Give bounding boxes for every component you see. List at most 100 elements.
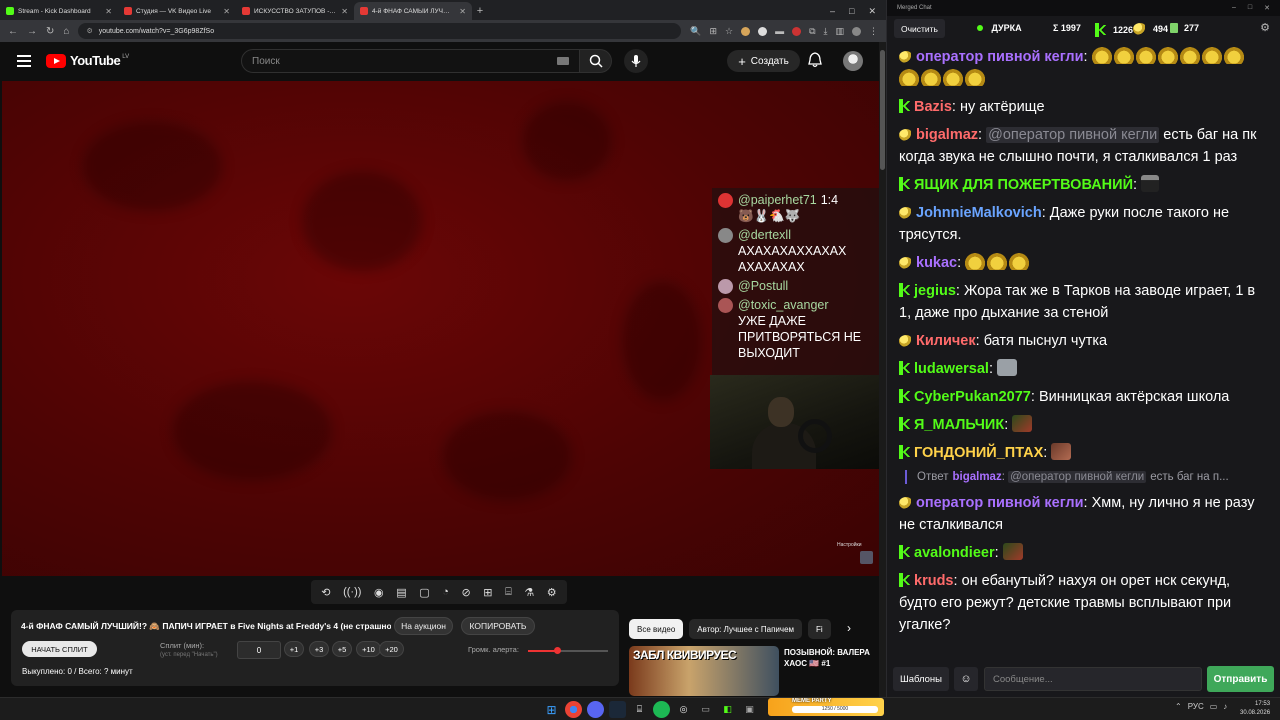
- maximize-icon[interactable]: □: [1248, 4, 1252, 12]
- reply-preview[interactable]: Ответ bigalmaz: @оператор пивной кегли ест…: [905, 470, 1260, 484]
- clock[interactable]: 17:53 30.08.2026: [1240, 700, 1270, 718]
- start-split-button[interactable]: НАЧАТЬ СПЛИТ: [22, 641, 97, 657]
- menu-icon[interactable]: ⋮: [869, 26, 878, 37]
- avatar[interactable]: [843, 51, 863, 71]
- mention[interactable]: @оператор пивной кегли: [986, 127, 1160, 143]
- translate-icon[interactable]: ⊞: [709, 26, 717, 37]
- add-icon[interactable]: ⊞: [483, 586, 492, 599]
- send-button[interactable]: Отправить: [1207, 666, 1274, 692]
- video-player[interactable]: @paiperhet71 1:4 🐻🐰🐔🐺 @dertexll АХАХАХАХХАХА…: [2, 81, 879, 576]
- chat-username[interactable]: оператор пивной кегли: [916, 495, 1084, 511]
- close-tab-icon[interactable]: ✕: [459, 7, 466, 16]
- meme-party-widget[interactable]: MEME PARTY 1250 / 5000: [768, 698, 884, 716]
- templates-button[interactable]: Шаблоны: [893, 667, 949, 691]
- discord-icon[interactable]: [587, 701, 604, 718]
- chat-username[interactable]: kruds: [914, 573, 954, 589]
- sidepanel-icon[interactable]: ▥: [835, 26, 844, 37]
- volume-icon[interactable]: ♪: [1223, 702, 1227, 711]
- message-input[interactable]: [984, 667, 1202, 691]
- speed-icon[interactable]: ◔: [442, 586, 449, 598]
- chevron-up-icon[interactable]: ⌃: [1175, 702, 1182, 711]
- extension-icon[interactable]: [792, 26, 802, 36]
- extension-icon[interactable]: ▬: [775, 26, 784, 36]
- close-icon[interactable]: ✕: [1264, 4, 1270, 12]
- extension-icon[interactable]: [741, 26, 751, 36]
- star-icon[interactable]: ☆: [725, 26, 733, 37]
- spotify-icon[interactable]: [653, 701, 670, 718]
- reload-icon[interactable]: ↻: [46, 26, 54, 37]
- extension-icon[interactable]: [758, 26, 768, 36]
- site-info-icon[interactable]: ⚙: [86, 27, 92, 35]
- browser-tab[interactable]: 4-й ФНАФ САМЫЙ ЛУЧШИЙ ✕: [354, 2, 472, 20]
- auction-button[interactable]: На аукцион: [394, 617, 453, 635]
- browser-tab[interactable]: Stream - Kick Dashboard ✕: [0, 2, 118, 20]
- copy-button[interactable]: КОПИРОВАТЬ: [461, 617, 535, 635]
- close-tab-icon[interactable]: ✕: [341, 7, 348, 16]
- search-input[interactable]: Поиск: [241, 49, 580, 73]
- chat-username[interactable]: JohnnieMalkovich: [916, 205, 1042, 221]
- settings-icon[interactable]: [860, 551, 873, 564]
- back-icon[interactable]: ←: [8, 26, 18, 37]
- close-icon[interactable]: ✕: [868, 2, 876, 20]
- chat-username[interactable]: CyberPukan2077: [914, 389, 1031, 405]
- gear-icon[interactable]: ⚙: [547, 586, 557, 599]
- close-tab-icon[interactable]: ✕: [105, 7, 112, 16]
- network-icon[interactable]: ▭: [1210, 702, 1218, 711]
- flask-icon[interactable]: ⚗: [524, 586, 534, 599]
- crop-icon[interactable]: ⊘: [461, 586, 470, 599]
- chat-username[interactable]: оператор пивной кегли: [916, 49, 1084, 65]
- notifications-button[interactable]: [808, 52, 822, 73]
- app-icon[interactable]: ▭: [697, 701, 714, 718]
- chat-username[interactable]: ludawersal: [914, 361, 989, 377]
- gear-icon[interactable]: ⚙: [1260, 21, 1270, 34]
- chat-username[interactable]: Я_МАЛЬЧИК: [914, 417, 1004, 433]
- maximize-icon[interactable]: □: [849, 2, 854, 20]
- download-icon[interactable]: ⤓: [824, 26, 828, 37]
- increment-button[interactable]: +1: [284, 641, 304, 657]
- filter-chip[interactable]: Fi: [808, 619, 831, 639]
- profile-icon[interactable]: [852, 26, 861, 36]
- language-indicator[interactable]: РУС: [1188, 702, 1204, 711]
- search-icon[interactable]: 🔍: [690, 26, 701, 37]
- chrome-icon[interactable]: [565, 701, 582, 718]
- new-tab-button[interactable]: +: [472, 2, 488, 20]
- chat-username[interactable]: ГОНДОНИЙ_ПТАХ: [914, 445, 1043, 461]
- eye-icon[interactable]: ◉: [374, 586, 384, 599]
- broadcast-icon[interactable]: ((·)): [343, 586, 361, 598]
- recommended-video-title[interactable]: ПОЗЫВНОЙ: ВАЛЕРА ХАОС 🇺🇸 #1: [784, 647, 870, 669]
- chat-username[interactable]: Bazis: [914, 99, 952, 115]
- increment-button[interactable]: +3: [309, 641, 329, 657]
- browser-tab[interactable]: Студия — VK Видео Live ✕: [118, 2, 236, 20]
- camera-icon[interactable]: ⌸: [505, 586, 512, 599]
- chat-username[interactable]: ЯЩИК ДЛЯ ПОЖЕРТВОВАНИЙ: [914, 177, 1133, 193]
- create-button[interactable]: + Создать: [727, 50, 800, 72]
- minimize-icon[interactable]: –: [830, 2, 835, 20]
- kick-app-icon[interactable]: ◧: [719, 701, 736, 718]
- filter-chip[interactable]: Автор: Лучшее с Папичем: [689, 619, 803, 639]
- recommended-video-thumbnail[interactable]: ЗАБЛ КВИВИРУЕС: [629, 646, 779, 696]
- increment-button[interactable]: +20: [379, 641, 404, 657]
- filter-chip[interactable]: Все видео: [629, 619, 684, 639]
- keyboard-icon[interactable]: [557, 57, 569, 65]
- frame-icon[interactable]: ▢: [419, 586, 429, 599]
- puzzle-icon[interactable]: ⧉: [809, 26, 815, 37]
- split-minutes-input[interactable]: 0: [237, 641, 281, 659]
- emoji-icon[interactable]: ☺: [954, 667, 978, 691]
- loop-icon[interactable]: ⟲: [321, 586, 330, 599]
- slider-handle[interactable]: [553, 647, 561, 654]
- forward-icon[interactable]: →: [27, 26, 37, 37]
- chat-username[interactable]: bigalmaz: [916, 127, 978, 143]
- page-scrollbar[interactable]: [879, 42, 886, 697]
- app-icon[interactable]: ▣: [741, 701, 758, 718]
- windows-start-icon[interactable]: ⊞: [543, 701, 560, 718]
- address-field[interactable]: ⚙ youtube.com/watch?v=_3G6p98ZfSo: [78, 23, 682, 39]
- increment-button[interactable]: +10: [356, 641, 381, 657]
- minimize-icon[interactable]: –: [1232, 4, 1236, 12]
- clear-button[interactable]: Очистить: [894, 19, 945, 38]
- voice-search-button[interactable]: [624, 49, 648, 73]
- youtube-logo[interactable]: YouTube LV: [46, 53, 129, 68]
- increment-button[interactable]: +5: [332, 641, 352, 657]
- browser-tab[interactable]: ИСКУССТВО ЗАТУПОВ - YouTube ✕: [236, 2, 354, 20]
- chat-username[interactable]: Киличек: [916, 333, 976, 349]
- home-icon[interactable]: ⌂: [63, 26, 69, 37]
